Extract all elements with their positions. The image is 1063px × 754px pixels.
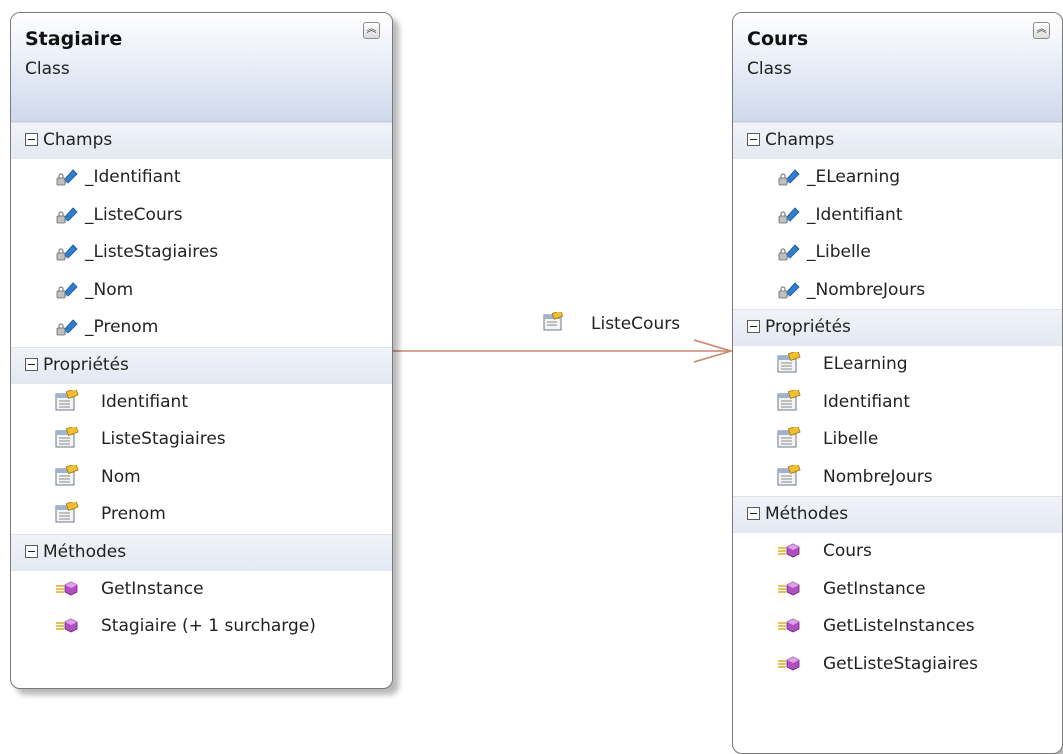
- member-name: _Libelle: [807, 242, 871, 262]
- member-name: GetListeInstances: [823, 616, 975, 636]
- field-item[interactable]: _Nom: [11, 272, 392, 310]
- method-item[interactable]: GetInstance: [11, 571, 392, 609]
- class-stereotype: Class: [25, 59, 70, 79]
- minus-expander-icon[interactable]: [25, 133, 38, 146]
- private-field-icon: [777, 167, 801, 192]
- property-item[interactable]: ListeStagiaires: [11, 421, 392, 459]
- association-label: ListeCours: [591, 314, 681, 334]
- property-item[interactable]: Libelle: [733, 421, 1062, 459]
- private-field-icon: [55, 280, 79, 305]
- member-name: NombreJours: [823, 466, 933, 487]
- member-name: GetInstance: [101, 578, 204, 599]
- minus-expander-icon[interactable]: [747, 320, 760, 333]
- section-header-methods[interactable]: Méthodes: [733, 496, 1062, 533]
- method-item[interactable]: GetListeInstances: [733, 608, 1062, 646]
- member-name: _Identifiant: [85, 167, 181, 187]
- private-field-icon: [55, 205, 79, 230]
- section-header-properties[interactable]: Propriétés: [733, 309, 1062, 346]
- class-name: Cours: [747, 28, 809, 50]
- section-title: Méthodes: [43, 541, 127, 562]
- member-name: _Prenom: [85, 317, 159, 337]
- collapse-chevrons-icon[interactable]: ︽: [363, 22, 380, 39]
- property-item[interactable]: ELearning: [733, 346, 1062, 384]
- member-name: _ELearning: [807, 167, 901, 187]
- field-item[interactable]: _ListeStagiaires: [11, 234, 392, 272]
- property-icon: [55, 387, 81, 417]
- minus-expander-icon[interactable]: [747, 133, 760, 146]
- field-item[interactable]: _Identifiant: [11, 159, 392, 197]
- private-field-icon: [55, 317, 79, 342]
- method-item[interactable]: Cours: [733, 533, 1062, 571]
- member-name: _ListeCours: [85, 204, 183, 225]
- private-field-icon: [777, 205, 801, 230]
- field-item[interactable]: _Prenom: [11, 309, 392, 347]
- class-shape-cours[interactable]: Cours Class ︽ Champs _ELearning _Identifi…: [732, 12, 1063, 754]
- member-name: GetInstance: [823, 578, 926, 599]
- method-icon: [777, 542, 803, 565]
- minus-expander-icon[interactable]: [747, 507, 760, 520]
- private-field-icon: [55, 167, 79, 192]
- property-icon: [55, 424, 81, 454]
- class-header[interactable]: Cours Class ︽: [733, 13, 1062, 122]
- property-icon: [777, 462, 803, 492]
- section-header-fields[interactable]: Champs: [11, 122, 392, 159]
- member-name: ELearning: [823, 354, 908, 374]
- property-icon: [777, 387, 803, 417]
- method-icon: [55, 580, 81, 603]
- property-icon: [777, 349, 803, 379]
- member-name: GetListeStagiaires: [823, 653, 978, 674]
- minus-expander-icon[interactable]: [25, 357, 38, 371]
- method-icon: [777, 655, 803, 678]
- property-item[interactable]: Prenom: [11, 496, 392, 534]
- private-field-icon: [777, 242, 801, 267]
- class-name: Stagiaire: [25, 28, 123, 50]
- section-title: Champs: [43, 130, 113, 150]
- section-title: Propriétés: [765, 317, 851, 337]
- member-name: Identifiant: [101, 391, 188, 412]
- member-name: Cours: [823, 541, 872, 561]
- member-name: _Identifiant: [807, 204, 903, 225]
- section-header-fields[interactable]: Champs: [733, 122, 1062, 159]
- method-icon: [777, 617, 803, 640]
- method-icon: [55, 617, 81, 640]
- member-name: _ListeStagiaires: [85, 242, 219, 262]
- member-name: Identifiant: [823, 391, 910, 412]
- private-field-icon: [55, 242, 79, 267]
- private-field-icon: [777, 280, 801, 305]
- member-name: Stagiaire (+ 1 surcharge): [101, 616, 316, 636]
- property-icon: [777, 424, 803, 454]
- class-header[interactable]: Stagiaire Class ︽: [11, 13, 392, 122]
- field-item[interactable]: _Identifiant: [733, 197, 1062, 235]
- member-name: _Nom: [85, 279, 134, 300]
- property-item[interactable]: Identifiant: [733, 384, 1062, 422]
- property-item[interactable]: Identifiant: [11, 384, 392, 422]
- property-item[interactable]: Nom: [11, 459, 392, 497]
- section-header-methods[interactable]: Méthodes: [11, 533, 392, 571]
- class-stereotype: Class: [747, 59, 792, 79]
- member-name: Nom: [101, 466, 141, 487]
- property-icon: [55, 499, 81, 529]
- property-item[interactable]: NombreJours: [733, 459, 1062, 497]
- class-shape-stagiaire[interactable]: Stagiaire Class ︽ Champs _Identifiant _Li…: [10, 12, 393, 689]
- member-name: _NombreJours: [807, 279, 926, 300]
- collapse-chevrons-icon[interactable]: ︽: [1033, 22, 1050, 39]
- field-item[interactable]: _ELearning: [733, 159, 1062, 197]
- property-icon: [543, 309, 565, 336]
- section-title: Propriétés: [43, 354, 129, 375]
- method-item[interactable]: Stagiaire (+ 1 surcharge): [11, 608, 392, 646]
- member-name: Libelle: [823, 429, 879, 449]
- section-title: Champs: [765, 130, 835, 150]
- minus-expander-icon[interactable]: [25, 544, 38, 558]
- field-item[interactable]: _Libelle: [733, 234, 1062, 272]
- member-name: Prenom: [101, 504, 166, 524]
- field-item[interactable]: _ListeCours: [11, 197, 392, 235]
- method-item[interactable]: GetListeStagiaires: [733, 646, 1062, 684]
- property-icon: [55, 462, 81, 492]
- method-icon: [777, 580, 803, 603]
- field-item[interactable]: _NombreJours: [733, 272, 1062, 310]
- method-item[interactable]: GetInstance: [733, 571, 1062, 609]
- member-name: ListeStagiaires: [101, 429, 226, 449]
- section-title: Méthodes: [765, 504, 849, 524]
- section-header-properties[interactable]: Propriétés: [11, 346, 392, 384]
